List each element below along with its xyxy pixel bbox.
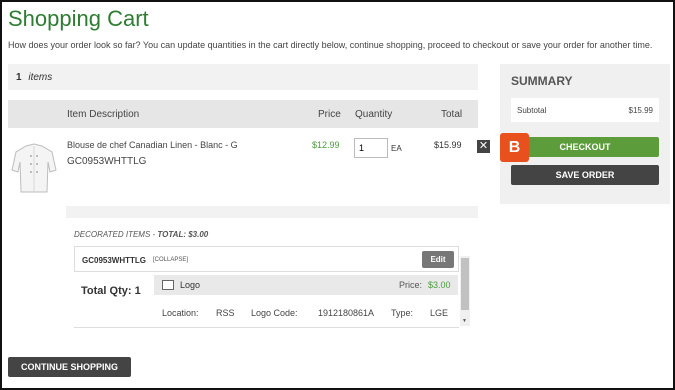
header-total: Total	[441, 109, 463, 120]
logo-details: Location: RSS Logo Code: 1912180861A Typ…	[154, 300, 458, 324]
location-label: Location:	[162, 308, 199, 318]
decorated-total: TOTAL: $3.00	[157, 230, 209, 239]
save-order-button[interactable]: SAVE ORDER	[511, 165, 659, 185]
logo-price: $3.00	[428, 280, 451, 290]
logo-row: Logo Price: $3.00	[154, 275, 458, 295]
header-quantity: Quantity	[355, 109, 393, 120]
subtotal-row: Subtotal $15.99	[511, 98, 659, 122]
cart-table-header: Item Description Price Quantity Total	[8, 100, 478, 128]
type-label: Type:	[391, 308, 414, 318]
logo-code-value: 1912180861A	[318, 308, 375, 318]
image-icon	[162, 280, 174, 290]
summary-title: SUMMARY	[511, 74, 573, 88]
item-price: $12.99	[312, 140, 340, 150]
item-description[interactable]: Blouse de chef Canadian Linen - Blanc - …	[67, 140, 238, 150]
collapse-link[interactable]: [COLLAPSE]	[153, 257, 188, 263]
close-icon[interactable]: ✕	[477, 140, 490, 153]
page-title: Shopping Cart	[8, 6, 149, 31]
total-qty: Total Qty: 1	[81, 285, 141, 297]
decorated-items-heading: DECORATED ITEMS - TOTAL: $3.00	[74, 230, 208, 239]
decorated-bottom-divider	[74, 327, 459, 328]
continue-shopping-button[interactable]: CONTINUE SHOPPING	[8, 357, 131, 377]
type-value: LGE	[430, 308, 449, 318]
brand-b-icon: B	[500, 133, 529, 162]
logo-code-label: Logo Code:	[251, 308, 298, 318]
quantity-input[interactable]	[354, 138, 388, 158]
decorated-divider	[66, 206, 478, 218]
decorated-label: DECORATED ITEMS -	[74, 230, 158, 239]
location-value: RSS	[216, 308, 235, 318]
item-sku: GC0953WHTTLG	[67, 156, 147, 167]
decorated-item-box: GC0953WHTTLG [COLLAPSE] Edit	[74, 246, 459, 272]
items-count-bar: 1 items	[8, 64, 478, 90]
subtotal-label: Subtotal	[517, 106, 547, 115]
header-description: Item Description	[67, 109, 140, 120]
decorated-scrollbar[interactable]: ▼	[460, 256, 470, 326]
quantity-unit: EA	[391, 144, 402, 153]
item-total: $15.99	[434, 140, 462, 150]
decorated-sku: GC0953WHTTLG	[82, 256, 147, 265]
item-count: 1	[16, 72, 22, 83]
subtotal-value: $15.99	[628, 106, 653, 115]
product-thumbnail[interactable]	[10, 140, 58, 196]
checkout-button[interactable]: CHECKOUT	[511, 137, 659, 157]
scroll-thumb[interactable]	[461, 258, 469, 310]
header-price: Price	[318, 109, 341, 120]
chevron-down-icon[interactable]: ▼	[462, 318, 467, 324]
items-label: items	[28, 72, 53, 83]
intro-text: How does your order look so far? You can…	[8, 40, 653, 50]
logo-label: Logo	[180, 280, 201, 290]
cart-line-item: Blouse de chef Canadian Linen - Blanc - …	[8, 132, 478, 202]
edit-button[interactable]: Edit	[422, 251, 454, 268]
logo-price-label: Price:	[399, 280, 423, 290]
